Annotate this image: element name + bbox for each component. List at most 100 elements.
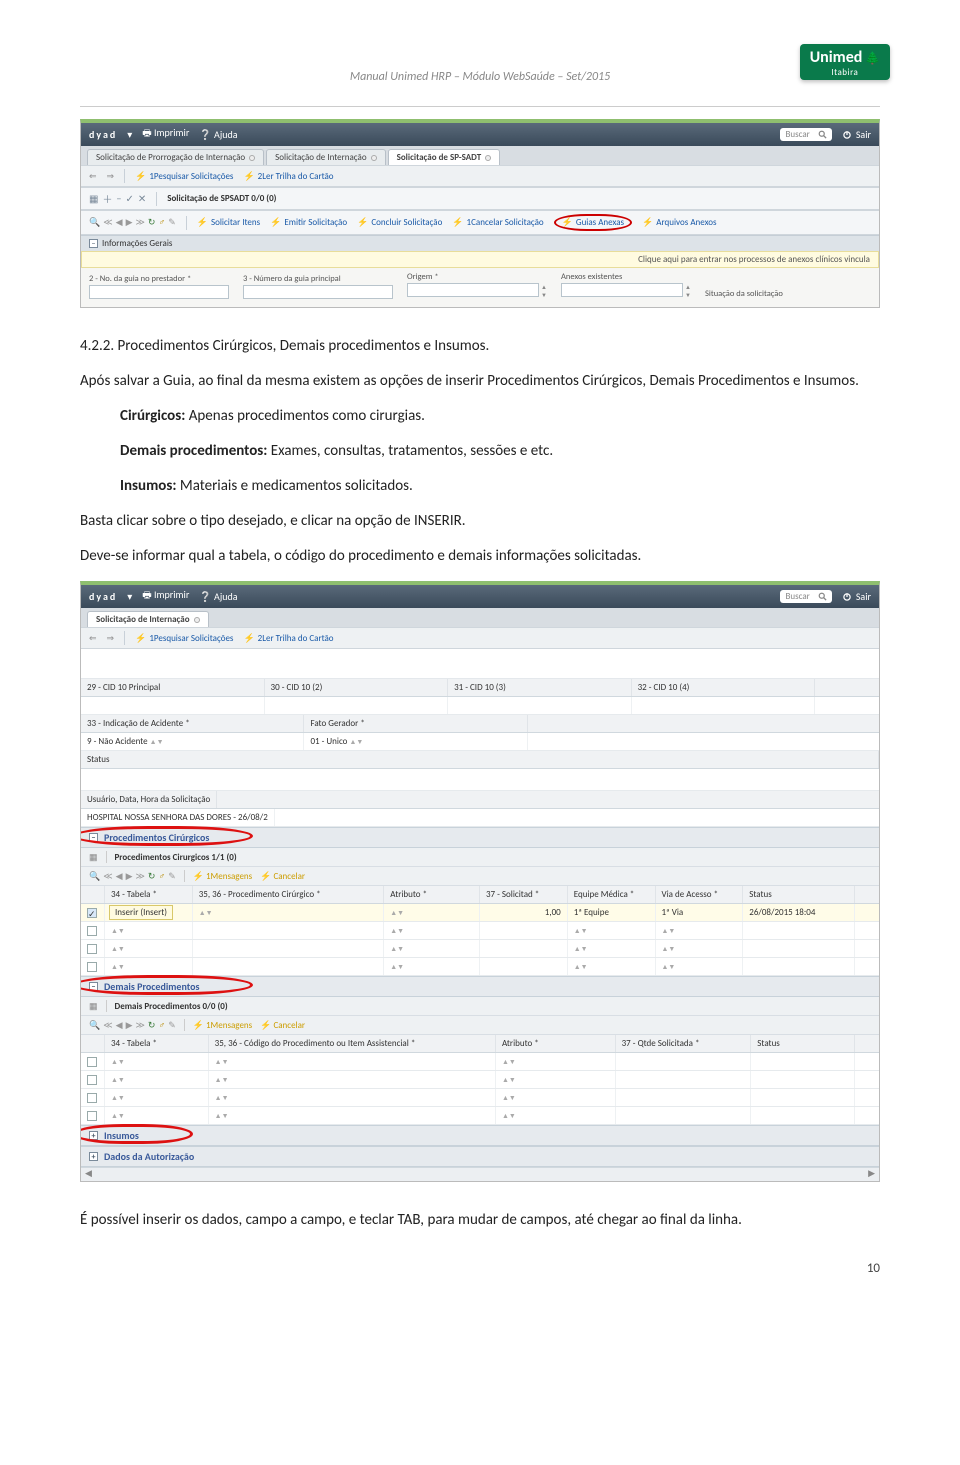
cell-proc[interactable]: ▲▼ <box>193 904 385 921</box>
field-guia-prestador-label: 2 - No. da guia no prestador * <box>89 274 229 284</box>
print-button[interactable]: 🖶 Imprimir <box>142 126 189 143</box>
col-atributo: Atributo * <box>496 1035 616 1052</box>
logo-subtext: Itabira <box>810 68 880 77</box>
grid-icon-bar[interactable]: ▦＋−✓✕ <box>89 191 146 206</box>
spinner-icon[interactable]: ▲▼ <box>685 283 691 299</box>
col-proc: 35, 36 - Procedimento Cirúrgico * <box>193 886 385 903</box>
para-3: Deve-se informar qual a tabela, o código… <box>80 546 880 567</box>
power-icon <box>842 130 852 140</box>
nav-back-icon[interactable]: ⇐ <box>89 633 97 644</box>
action-mensagens[interactable]: ⚡ 1Mensagens <box>193 1020 252 1031</box>
logout-button[interactable]: Sair <box>842 128 871 141</box>
cell-cid32[interactable] <box>632 697 816 714</box>
field-origem[interactable] <box>407 283 539 297</box>
logout-button[interactable]: Sair <box>842 590 871 603</box>
col-tabela: 34 - Tabela * <box>105 1035 209 1052</box>
tab-internacao[interactable]: Solicitação de Internação <box>266 149 385 165</box>
para-1: Após salvar a Guia, ao final da mesma ex… <box>80 371 880 392</box>
accordion-demais[interactable]: − Demais Procedimentos <box>81 976 879 997</box>
action-concluir[interactable]: ⚡ Concluir Solicitação <box>357 217 442 228</box>
action-solicitar-itens[interactable]: ⚡ Solicitar Itens <box>197 217 260 228</box>
action-cancelar[interactable]: ⚡ Cancelar <box>260 1020 305 1031</box>
row-checkbox[interactable] <box>87 1057 97 1067</box>
tooltip-inserir: Inserir (Insert) <box>109 905 173 920</box>
col-solicitad: 37 - Solicitad * <box>480 886 568 903</box>
print-button[interactable]: 🖶 Imprimir <box>142 588 189 605</box>
help-button[interactable]: ❔ Ajuda <box>199 590 237 603</box>
tab-prorrogacao[interactable]: Solicitação de Prorrogação de Internação <box>87 149 264 165</box>
row-checkbox[interactable] <box>87 1111 97 1121</box>
cell-cid30[interactable] <box>265 697 449 714</box>
col-atributo: Atributo * <box>384 886 480 903</box>
spinner-icon[interactable]: ▲▼ <box>541 283 547 299</box>
scroll-right-icon[interactable]: ▶ <box>868 1168 875 1181</box>
cell-acidente[interactable]: 9 - Não Acidente ▲▼ <box>81 733 304 750</box>
logo-text: Unimed <box>810 48 863 67</box>
row-checkbox[interactable] <box>87 944 97 954</box>
grid-title-cirurgicos: Procedimentos Cirurgicos 1/1 (0) <box>115 852 237 863</box>
cell-atributo[interactable]: ▲▼ <box>384 904 480 921</box>
cell-solicitad[interactable]: 1,00 <box>480 904 568 921</box>
collapse-icon[interactable]: − <box>89 833 98 842</box>
grid-icon-bar[interactable]: ▦ <box>89 852 98 863</box>
grid-title: Solicitação de SPSADT 0/0 (0) <box>167 193 276 204</box>
expand-icon[interactable]: + <box>89 1131 98 1140</box>
row-checkbox[interactable] <box>87 1093 97 1103</box>
row-checkbox[interactable]: ✓ <box>87 908 97 918</box>
col-codigo: 35, 36 - Código do Procedimento ou Item … <box>209 1035 496 1052</box>
field-guia-principal[interactable] <box>243 285 393 299</box>
grid-title-demais: Demais Procedimentos 0/0 (0) <box>115 1001 228 1012</box>
row-checkbox[interactable] <box>87 962 97 972</box>
col-usuario: Usuário, Data, Hora da Solicitação <box>81 791 217 808</box>
cell-cid31[interactable] <box>448 697 632 714</box>
cell-via[interactable]: 1ª Via <box>656 904 744 921</box>
collapse-icon[interactable]: − <box>89 982 98 991</box>
grid-nav[interactable]: 🔍≪◀▶≫↻♂✎ <box>89 871 176 882</box>
col-equipe: Equipe Médica * <box>568 886 656 903</box>
accordion-insumos[interactable]: + Insumos <box>81 1125 879 1146</box>
cell-equipe[interactable]: 1ª Equipe <box>568 904 656 921</box>
field-anexos[interactable] <box>561 283 683 297</box>
action-mensagens[interactable]: ⚡ 1Mensagens <box>193 871 252 882</box>
action-cancelar[interactable]: ⚡ 1Cancelar Solicitação <box>452 217 543 228</box>
action-arquivos-anexos[interactable]: ⚡ Arquivos Anexos <box>642 217 716 228</box>
action-emitir[interactable]: ⚡ Emitir Solicitação <box>270 217 347 228</box>
row-checkbox[interactable] <box>87 926 97 936</box>
grid-icon-bar[interactable]: ▦ <box>89 1001 98 1012</box>
bullet-insumos: Insumos: Materiais e medicamentos solici… <box>120 476 880 497</box>
accordion-dados-autorizacao[interactable]: + Dados da Autorização <box>81 1146 879 1167</box>
row-checkbox[interactable] <box>87 1075 97 1085</box>
tab-internacao[interactable]: Solicitação de Internação <box>87 611 209 627</box>
action-guias-anexas[interactable]: ⚡ Guias Anexas <box>554 214 632 231</box>
accordion-cirurgicos[interactable]: − Procedimentos Cirúrgicos <box>81 827 879 848</box>
action-pesquisar[interactable]: ⚡ 1Pesquisar Solicitações <box>135 633 233 644</box>
action-cancelar[interactable]: ⚡ Cancelar <box>260 871 305 882</box>
grid-nav[interactable]: 🔍≪◀▶≫↻♂✎ <box>89 1020 176 1031</box>
field-guia-prestador[interactable] <box>89 285 229 299</box>
search-input[interactable]: Buscar <box>780 128 832 141</box>
search-input[interactable]: Buscar <box>780 590 832 603</box>
col-tabela: 34 - Tabela * <box>105 886 193 903</box>
dropdown-icon[interactable]: ▾ <box>127 128 132 141</box>
col-via: Via de Acesso * <box>656 886 744 903</box>
cell-cid29[interactable] <box>81 697 265 714</box>
nav-back-icon[interactable]: ⇐ <box>89 171 97 182</box>
action-pesquisar[interactable]: ⚡ 1Pesquisar Solicitações <box>135 171 233 182</box>
nav-fwd-icon[interactable]: ⇒ <box>107 171 115 182</box>
help-button[interactable]: ❔ Ajuda <box>199 128 237 141</box>
expand-icon[interactable]: + <box>89 1152 98 1161</box>
cell-fato[interactable]: 01 - Unico ▲▼ <box>304 733 527 750</box>
scroll-left-icon[interactable]: ◀ <box>85 1168 92 1181</box>
field-anexos-label: Anexos existentes <box>561 272 691 282</box>
app-brand: dyad <box>89 590 117 603</box>
nav-fwd-icon[interactable]: ⇒ <box>107 633 115 644</box>
action-trilha[interactable]: ⚡ 2Ler Trilha do Cartão <box>243 633 333 644</box>
collapse-icon[interactable]: − <box>89 239 98 248</box>
tooltip-anexos: Clique aqui para entrar nos processos de… <box>81 251 879 268</box>
action-trilha[interactable]: ⚡ 2Ler Trilha do Cartão <box>243 171 333 182</box>
grid-nav[interactable]: 🔍≪◀▶≫↻♂✎ <box>89 217 176 228</box>
col-cid30: 30 - CID 10 (2) <box>265 679 449 696</box>
dropdown-icon[interactable]: ▾ <box>127 590 132 603</box>
cell-status: 26/08/2015 18:04 <box>743 904 855 921</box>
tab-spsadt[interactable]: Solicitação de SP-SADT <box>388 149 501 165</box>
